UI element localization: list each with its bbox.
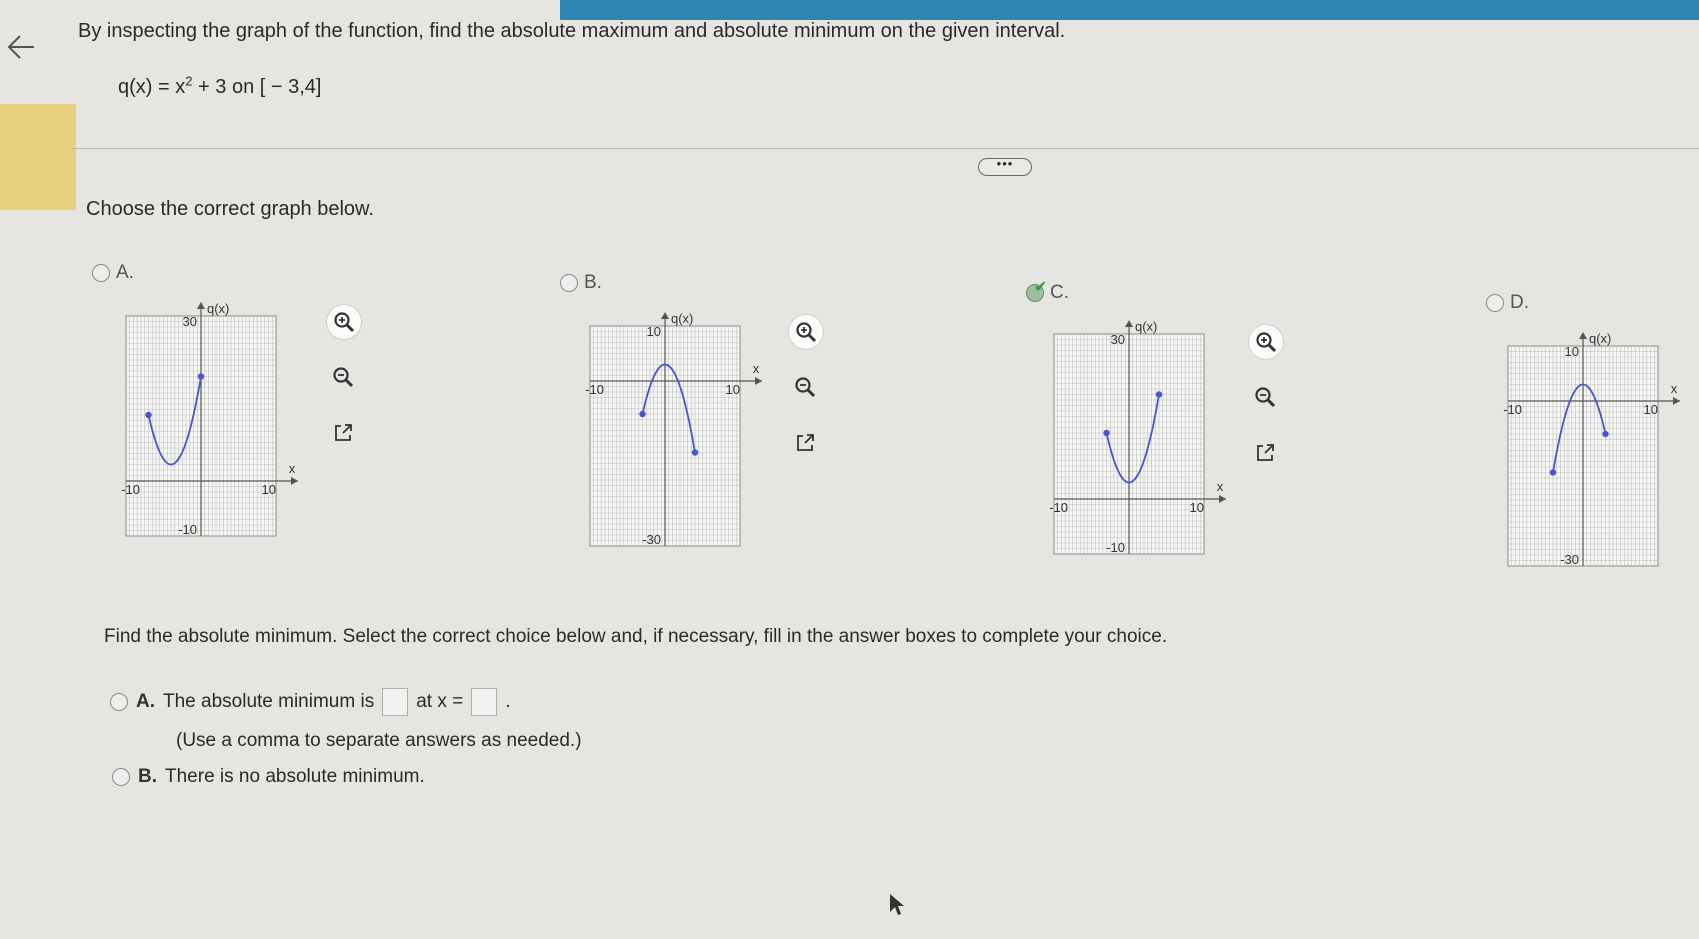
radio-b[interactable] — [560, 274, 578, 292]
find-minimum-prompt: Find the absolute minimum. Select the co… — [104, 626, 1168, 647]
graph-d: q(x) x 10 -30 -10 10 — [1500, 330, 1690, 590]
y-axis-arrow — [661, 312, 669, 319]
zoom-out-icon[interactable] — [1248, 380, 1282, 414]
popout-icon[interactable] — [326, 416, 360, 450]
option-d-label: D. — [1510, 292, 1529, 313]
y-axis-label: q(x) — [207, 301, 229, 316]
y-axis-arrow — [197, 302, 205, 309]
x-tick-left: -10 — [121, 482, 140, 497]
radio-a[interactable] — [92, 264, 110, 282]
x-tick-left: -10 — [585, 382, 604, 397]
x-value-input[interactable] — [471, 688, 498, 716]
zoom-out-icon[interactable] — [326, 360, 360, 394]
x-axis-arrow — [1219, 495, 1226, 503]
answer-b-letter: B. — [138, 766, 157, 787]
radio-d[interactable] — [1486, 294, 1504, 312]
graph-option-a[interactable]: A. — [92, 262, 134, 284]
popout-icon[interactable] — [1248, 436, 1282, 470]
choose-graph-prompt: Choose the correct graph below. — [86, 198, 374, 220]
x-axis-arrow — [1673, 397, 1680, 405]
option-a-label: A. — [116, 262, 134, 283]
y-tick-bottom: -10 — [178, 522, 197, 537]
mouse-cursor-icon — [888, 892, 906, 923]
y-axis-arrow — [1579, 332, 1587, 339]
radio-c-checked[interactable] — [1026, 277, 1047, 302]
radio-answer-a[interactable] — [110, 693, 128, 711]
x-axis-label: x — [1671, 381, 1678, 396]
answer-b-text: There is no absolute minimum. — [165, 766, 425, 787]
graph-option-b[interactable]: B. — [560, 272, 602, 294]
x-tick-right: 10 — [262, 482, 276, 497]
answer-a-text: The absolute minimum is — [163, 691, 375, 712]
right-endpoint — [1155, 391, 1163, 398]
graph-option-d[interactable]: D. — [1486, 292, 1529, 314]
zoom-out-icon[interactable] — [788, 370, 822, 404]
graph-b: q(x) x 10 -30 -10 10 — [582, 310, 772, 570]
left-endpoint — [1549, 469, 1557, 476]
option-b-label: B. — [584, 272, 602, 293]
function-rhs: + 3 on [ − 3,4] — [192, 76, 322, 98]
answer-choice-a[interactable]: A. The absolute minimum is at x = . — [110, 688, 510, 716]
question-text: By inspecting the graph of the function,… — [78, 20, 1066, 42]
answer-a-letter: A. — [136, 691, 155, 712]
graph-svg: q(x) x 30 -10 -10 10 — [121, 301, 298, 537]
graph-svg: q(x) x 10 -30 -10 10 — [585, 311, 762, 547]
x-axis-label: x — [289, 461, 296, 476]
x-axis-arrow — [291, 477, 298, 485]
y-tick-top: 10 — [1565, 344, 1579, 359]
y-tick-top: 30 — [1111, 332, 1125, 347]
x-tick-left: -10 — [1049, 500, 1068, 515]
y-tick-bottom: -30 — [1560, 552, 1579, 567]
y-axis-arrow — [1125, 320, 1133, 327]
y-tick-top: 10 — [647, 324, 661, 339]
side-tab[interactable] — [0, 104, 76, 210]
answer-a-hint: (Use a comma to separate answers as need… — [176, 730, 582, 751]
y-tick-top: 30 — [183, 314, 197, 329]
x-axis-label: x — [753, 361, 760, 376]
graph-svg: q(x) x 10 -30 -10 10 — [1503, 331, 1680, 567]
y-tick-bottom: -30 — [642, 532, 661, 547]
zoom-in-icon[interactable] — [788, 314, 824, 350]
graph-c: q(x) x 30 -10 -10 10 — [1046, 318, 1236, 578]
zoom-in-icon[interactable] — [326, 304, 362, 340]
graph-a: q(x) x 30 -10 -10 10 — [118, 300, 308, 560]
left-endpoint — [639, 410, 646, 418]
top-accent-bar — [560, 0, 1699, 20]
divider — [72, 148, 1699, 149]
answer-a-period: . — [505, 691, 511, 712]
function-expression: q(x) = x2 + 3 on [ − 3,4] — [118, 74, 322, 99]
minimum-value-input[interactable] — [382, 688, 409, 716]
graph-option-c[interactable]: C. — [1026, 277, 1069, 304]
right-endpoint — [1602, 430, 1609, 438]
right-endpoint — [691, 449, 699, 456]
radio-answer-b[interactable] — [112, 768, 130, 786]
answer-a-at-x: at x = — [416, 691, 464, 712]
left-endpoint — [145, 411, 152, 419]
right-endpoint — [197, 373, 205, 380]
function-lhs: q(x) = x — [118, 76, 186, 98]
back-arrow-icon[interactable] — [4, 30, 38, 64]
y-axis-label: q(x) — [1135, 319, 1157, 334]
x-tick-right: 10 — [1190, 500, 1204, 515]
popout-icon[interactable] — [788, 426, 822, 460]
y-axis-label: q(x) — [1589, 331, 1611, 346]
y-tick-bottom: -10 — [1106, 540, 1125, 555]
x-tick-right: 10 — [726, 382, 740, 397]
x-axis-label: x — [1217, 479, 1224, 494]
option-c-label: C. — [1050, 282, 1069, 303]
x-tick-right: 10 — [1644, 402, 1658, 417]
graph-svg: q(x) x 30 -10 -10 10 — [1049, 319, 1226, 555]
y-axis-label: q(x) — [671, 311, 693, 326]
more-button[interactable]: ••• — [978, 157, 1032, 176]
left-endpoint — [1103, 429, 1110, 437]
zoom-in-icon[interactable] — [1248, 324, 1284, 360]
answer-choice-b[interactable]: B. There is no absolute minimum. — [112, 766, 425, 788]
x-axis-arrow — [755, 377, 762, 385]
x-tick-left: -10 — [1503, 402, 1522, 417]
